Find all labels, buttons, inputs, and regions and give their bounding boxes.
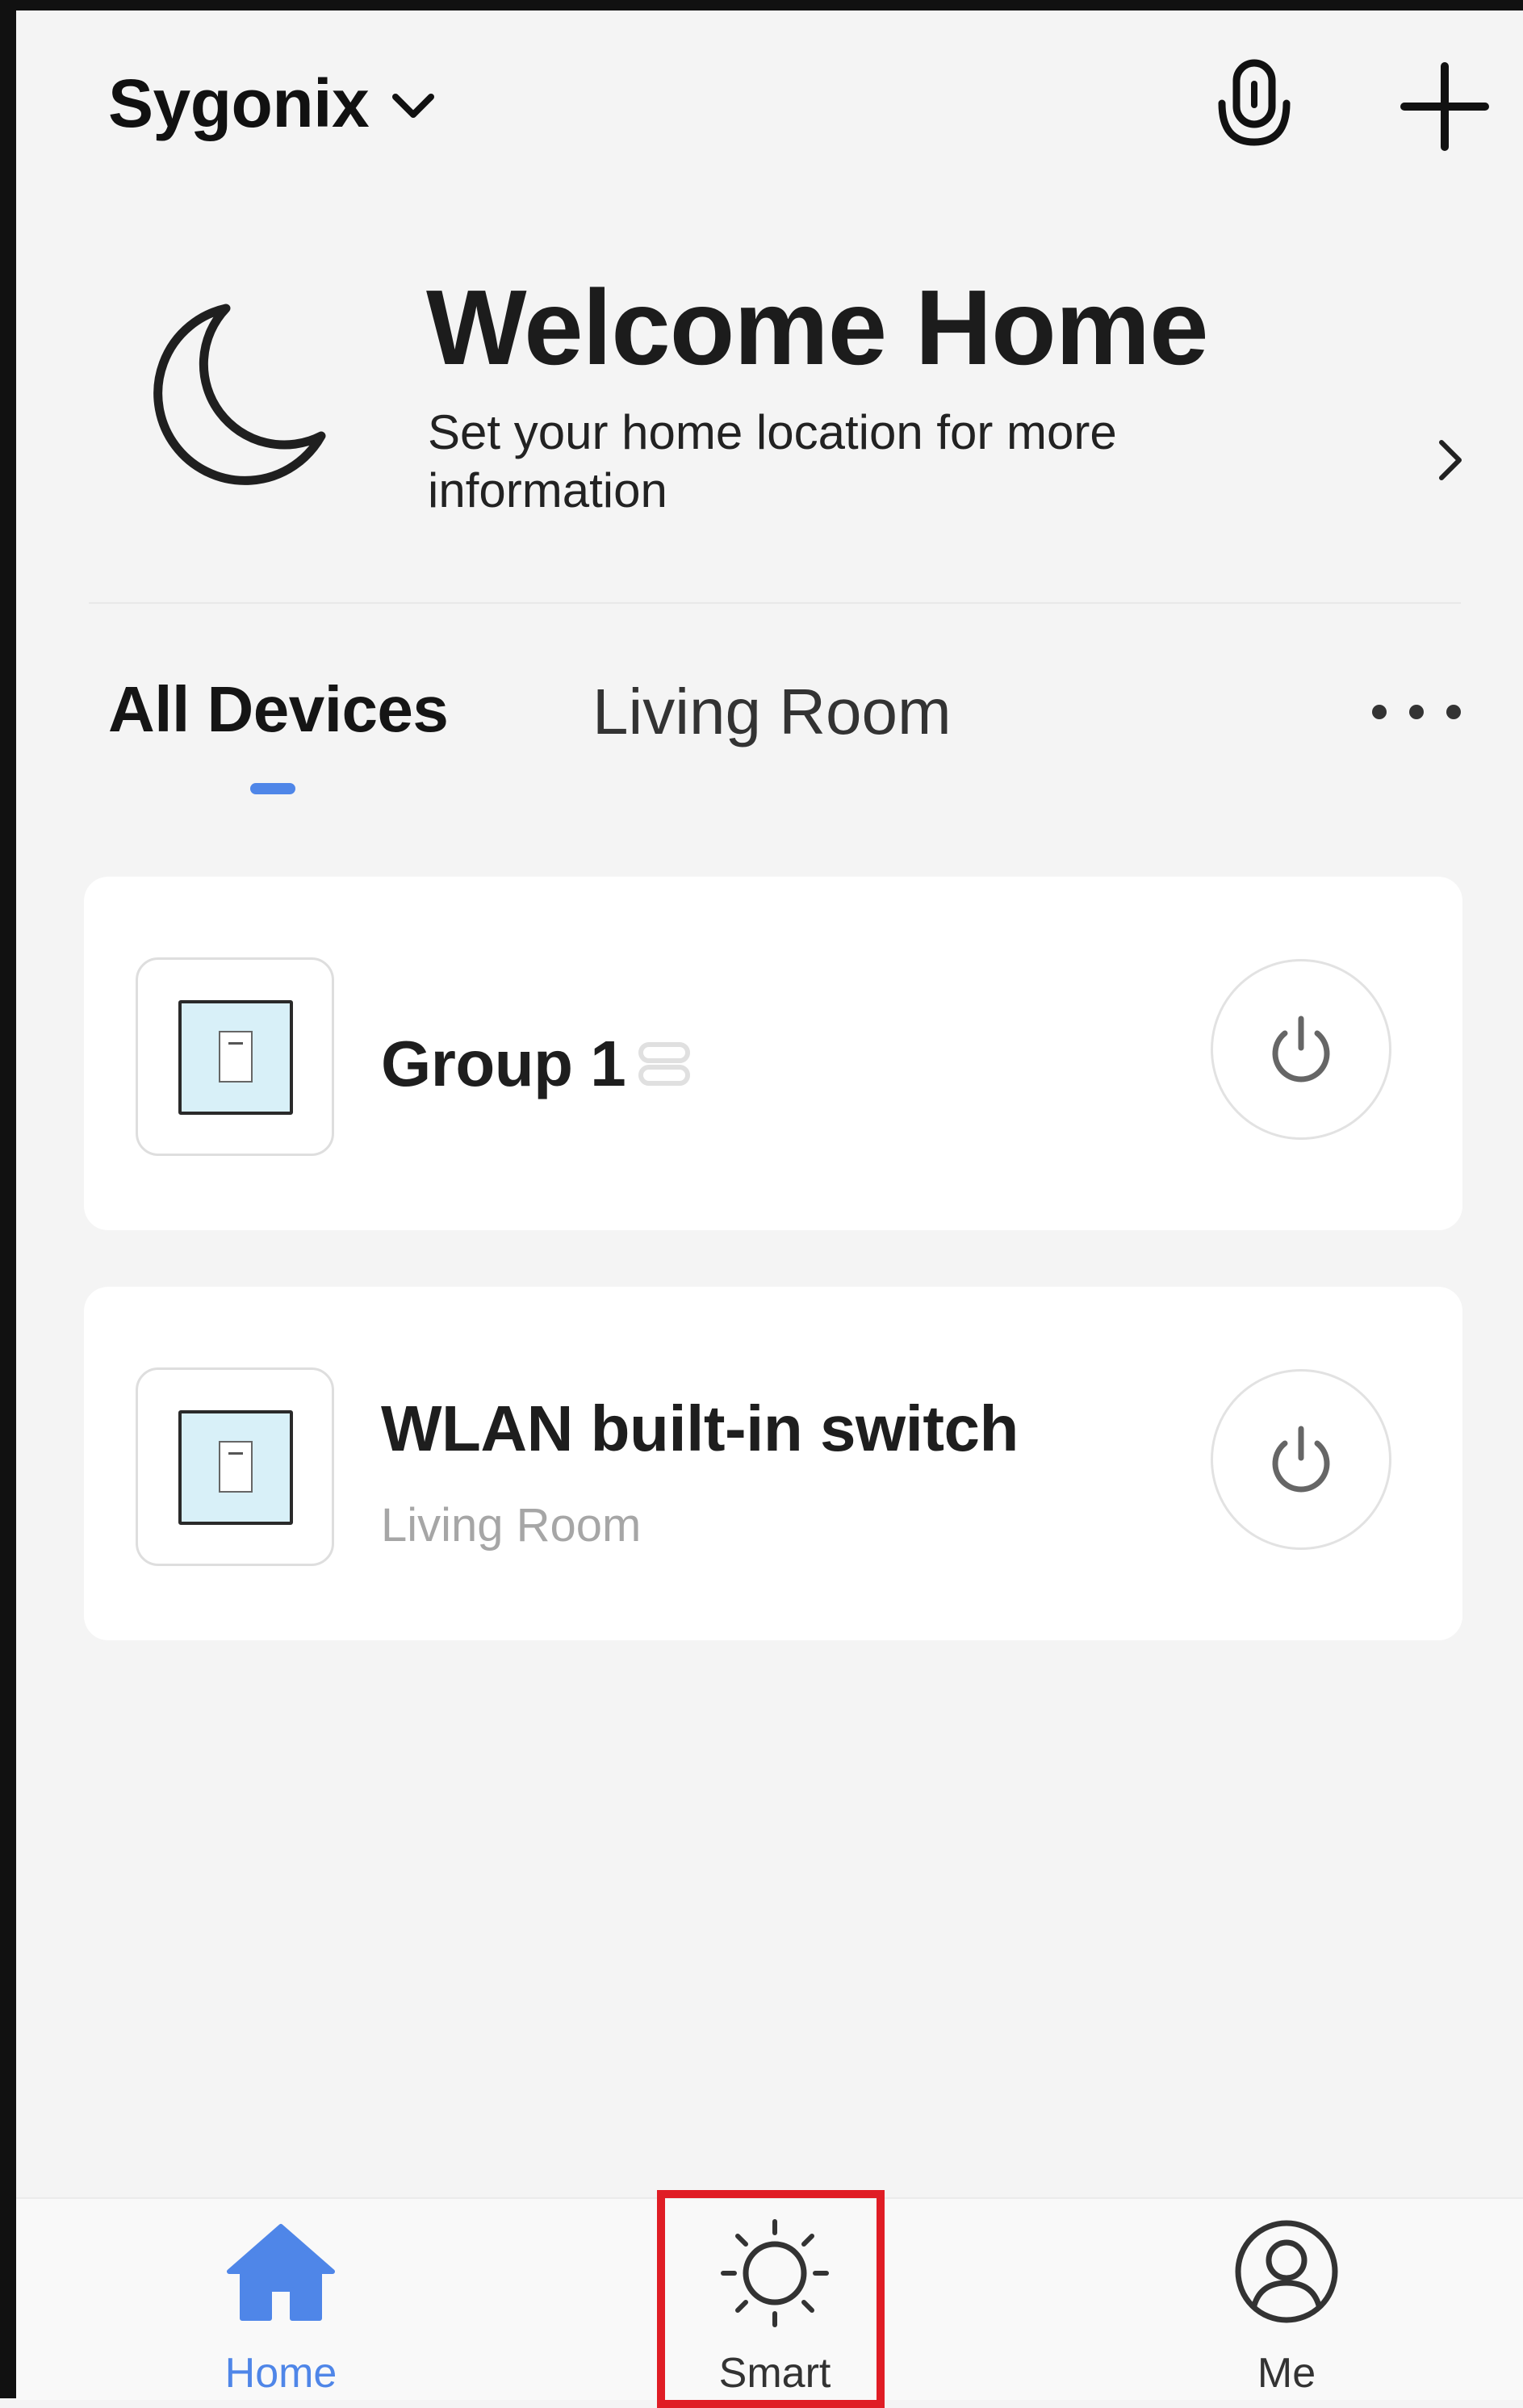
voice-button[interactable] (1212, 58, 1296, 155)
device-card-group-1[interactable]: Group 1 (84, 877, 1462, 1230)
power-icon (1272, 1426, 1330, 1493)
group-icon (638, 1042, 690, 1086)
active-tab-indicator (250, 783, 295, 794)
more-options-button[interactable] (1372, 697, 1461, 727)
device-thumbnail (136, 1367, 334, 1566)
add-device-button[interactable] (1396, 58, 1493, 155)
nav-me[interactable]: Me (1165, 2199, 1408, 2400)
switch-rocker (219, 1031, 253, 1083)
welcome-subtitle: Set your home location for more informat… (428, 405, 1117, 517)
home-name: Sygonix (108, 65, 370, 141)
user-circle-icon (1235, 2220, 1338, 2323)
device-name: WLAN built-in switch (381, 1392, 1019, 1464)
chevron-down-icon (392, 93, 435, 118)
more-horizontal-icon (1372, 705, 1387, 719)
chevron-right-icon (1439, 440, 1462, 480)
device-card-wlan-switch[interactable]: WLAN built-in switch Living Room (84, 1287, 1462, 1640)
microphone-icon (1218, 59, 1291, 146)
more-dot (1446, 705, 1461, 719)
device-thumbnail (136, 957, 334, 1156)
power-icon (1272, 1016, 1330, 1083)
device-name: Group 1 (381, 1028, 626, 1099)
moon-icon (153, 304, 326, 485)
home-icon (227, 2224, 335, 2321)
tab-all-devices[interactable]: All Devices (108, 672, 449, 747)
welcome-banner[interactable]: Welcome Home Set your home location for … (81, 266, 1469, 533)
power-button[interactable] (1211, 1369, 1391, 1550)
tab-living-room[interactable]: Living Room (592, 675, 952, 749)
divider (89, 602, 1461, 604)
welcome-title: Welcome Home (426, 268, 1209, 387)
switch-rocker (219, 1441, 253, 1493)
nav-home-label: Home (224, 2350, 337, 2397)
nav-me-label: Me (1257, 2350, 1316, 2397)
plus-icon (1400, 62, 1489, 151)
smart-tab-highlight (657, 2190, 885, 2408)
wall-switch-icon (178, 1410, 293, 1525)
power-button[interactable] (1211, 959, 1391, 1140)
nav-home[interactable]: Home (160, 2199, 402, 2400)
home-selector[interactable]: Sygonix (108, 65, 435, 143)
device-room: Living Room (381, 1499, 642, 1552)
more-dot (1409, 705, 1424, 719)
wall-switch-icon (178, 1000, 293, 1115)
